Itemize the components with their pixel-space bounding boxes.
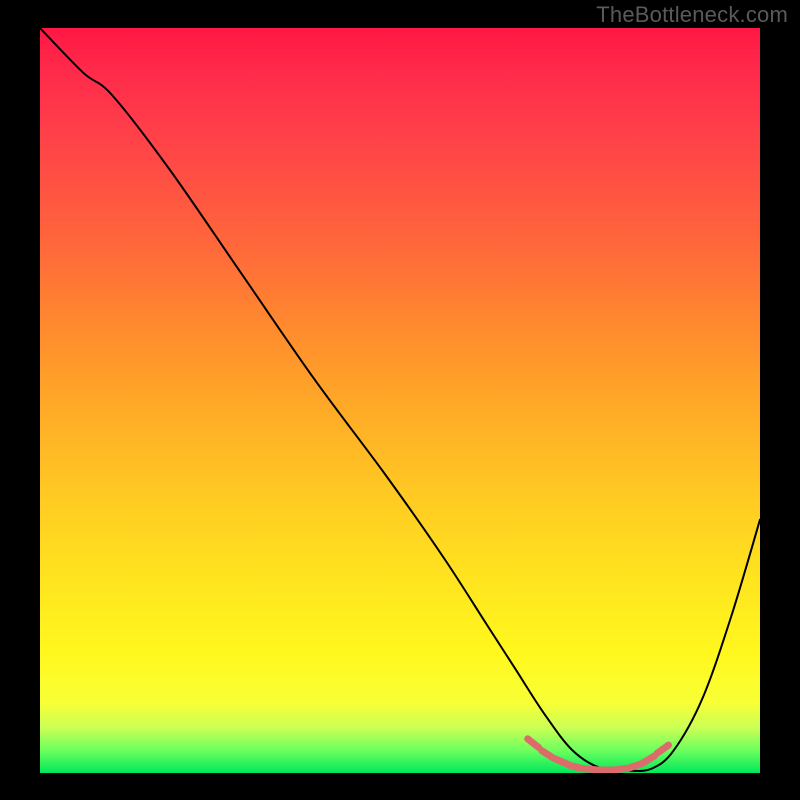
bottleneck-curve-line bbox=[40, 28, 760, 771]
chart-overlay bbox=[40, 28, 760, 773]
highlight-band-dots bbox=[528, 739, 669, 770]
watermark-text: TheBottleneck.com bbox=[596, 2, 788, 28]
highlight-dash bbox=[542, 751, 554, 759]
highlight-dash bbox=[642, 756, 654, 763]
chart-frame: TheBottleneck.com bbox=[0, 0, 800, 800]
highlight-dash bbox=[627, 764, 640, 768]
highlight-dash bbox=[657, 745, 668, 753]
highlight-dash bbox=[528, 739, 539, 748]
plot-area bbox=[40, 28, 760, 773]
